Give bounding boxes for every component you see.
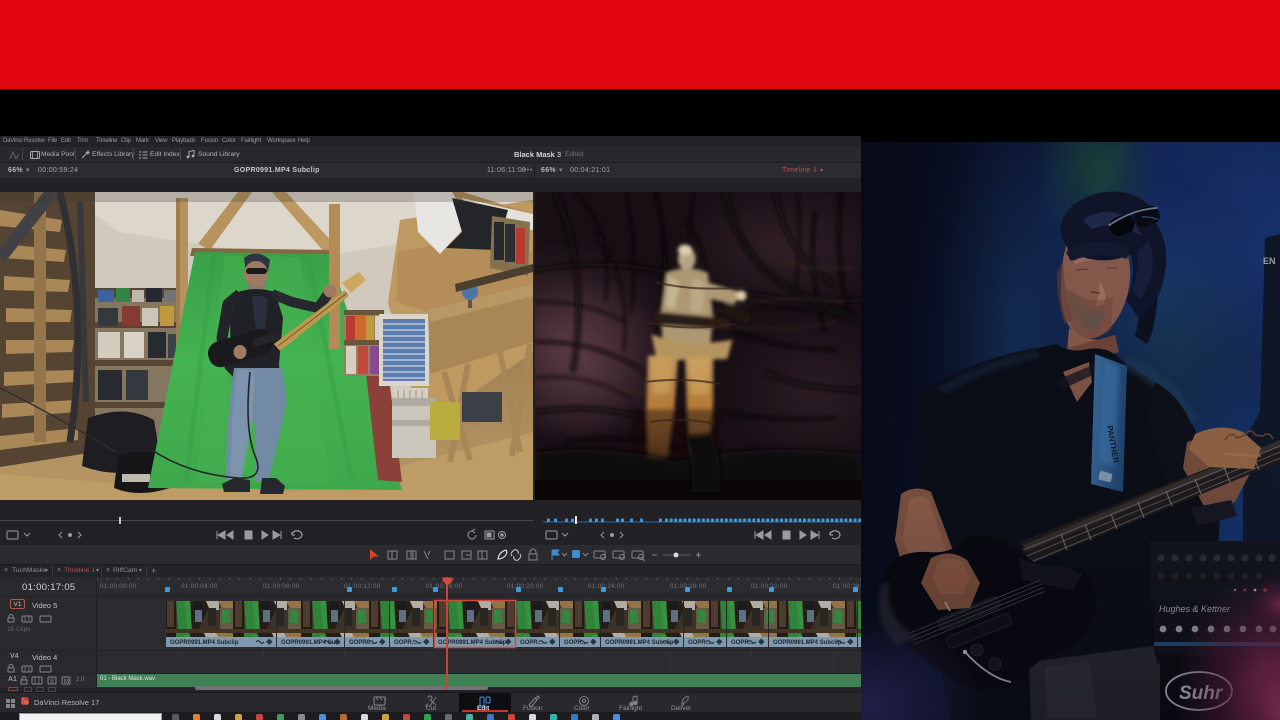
svg-text:GOPR0991.MP4 Subclip: GOPR0991.MP4 Subclip bbox=[773, 640, 842, 646]
svg-text:S: S bbox=[50, 679, 54, 685]
svg-text:M: M bbox=[64, 679, 69, 685]
svg-text:GOPR0991.MP4 Subclip: GOPR0991.MP4 Subclip bbox=[170, 640, 239, 646]
